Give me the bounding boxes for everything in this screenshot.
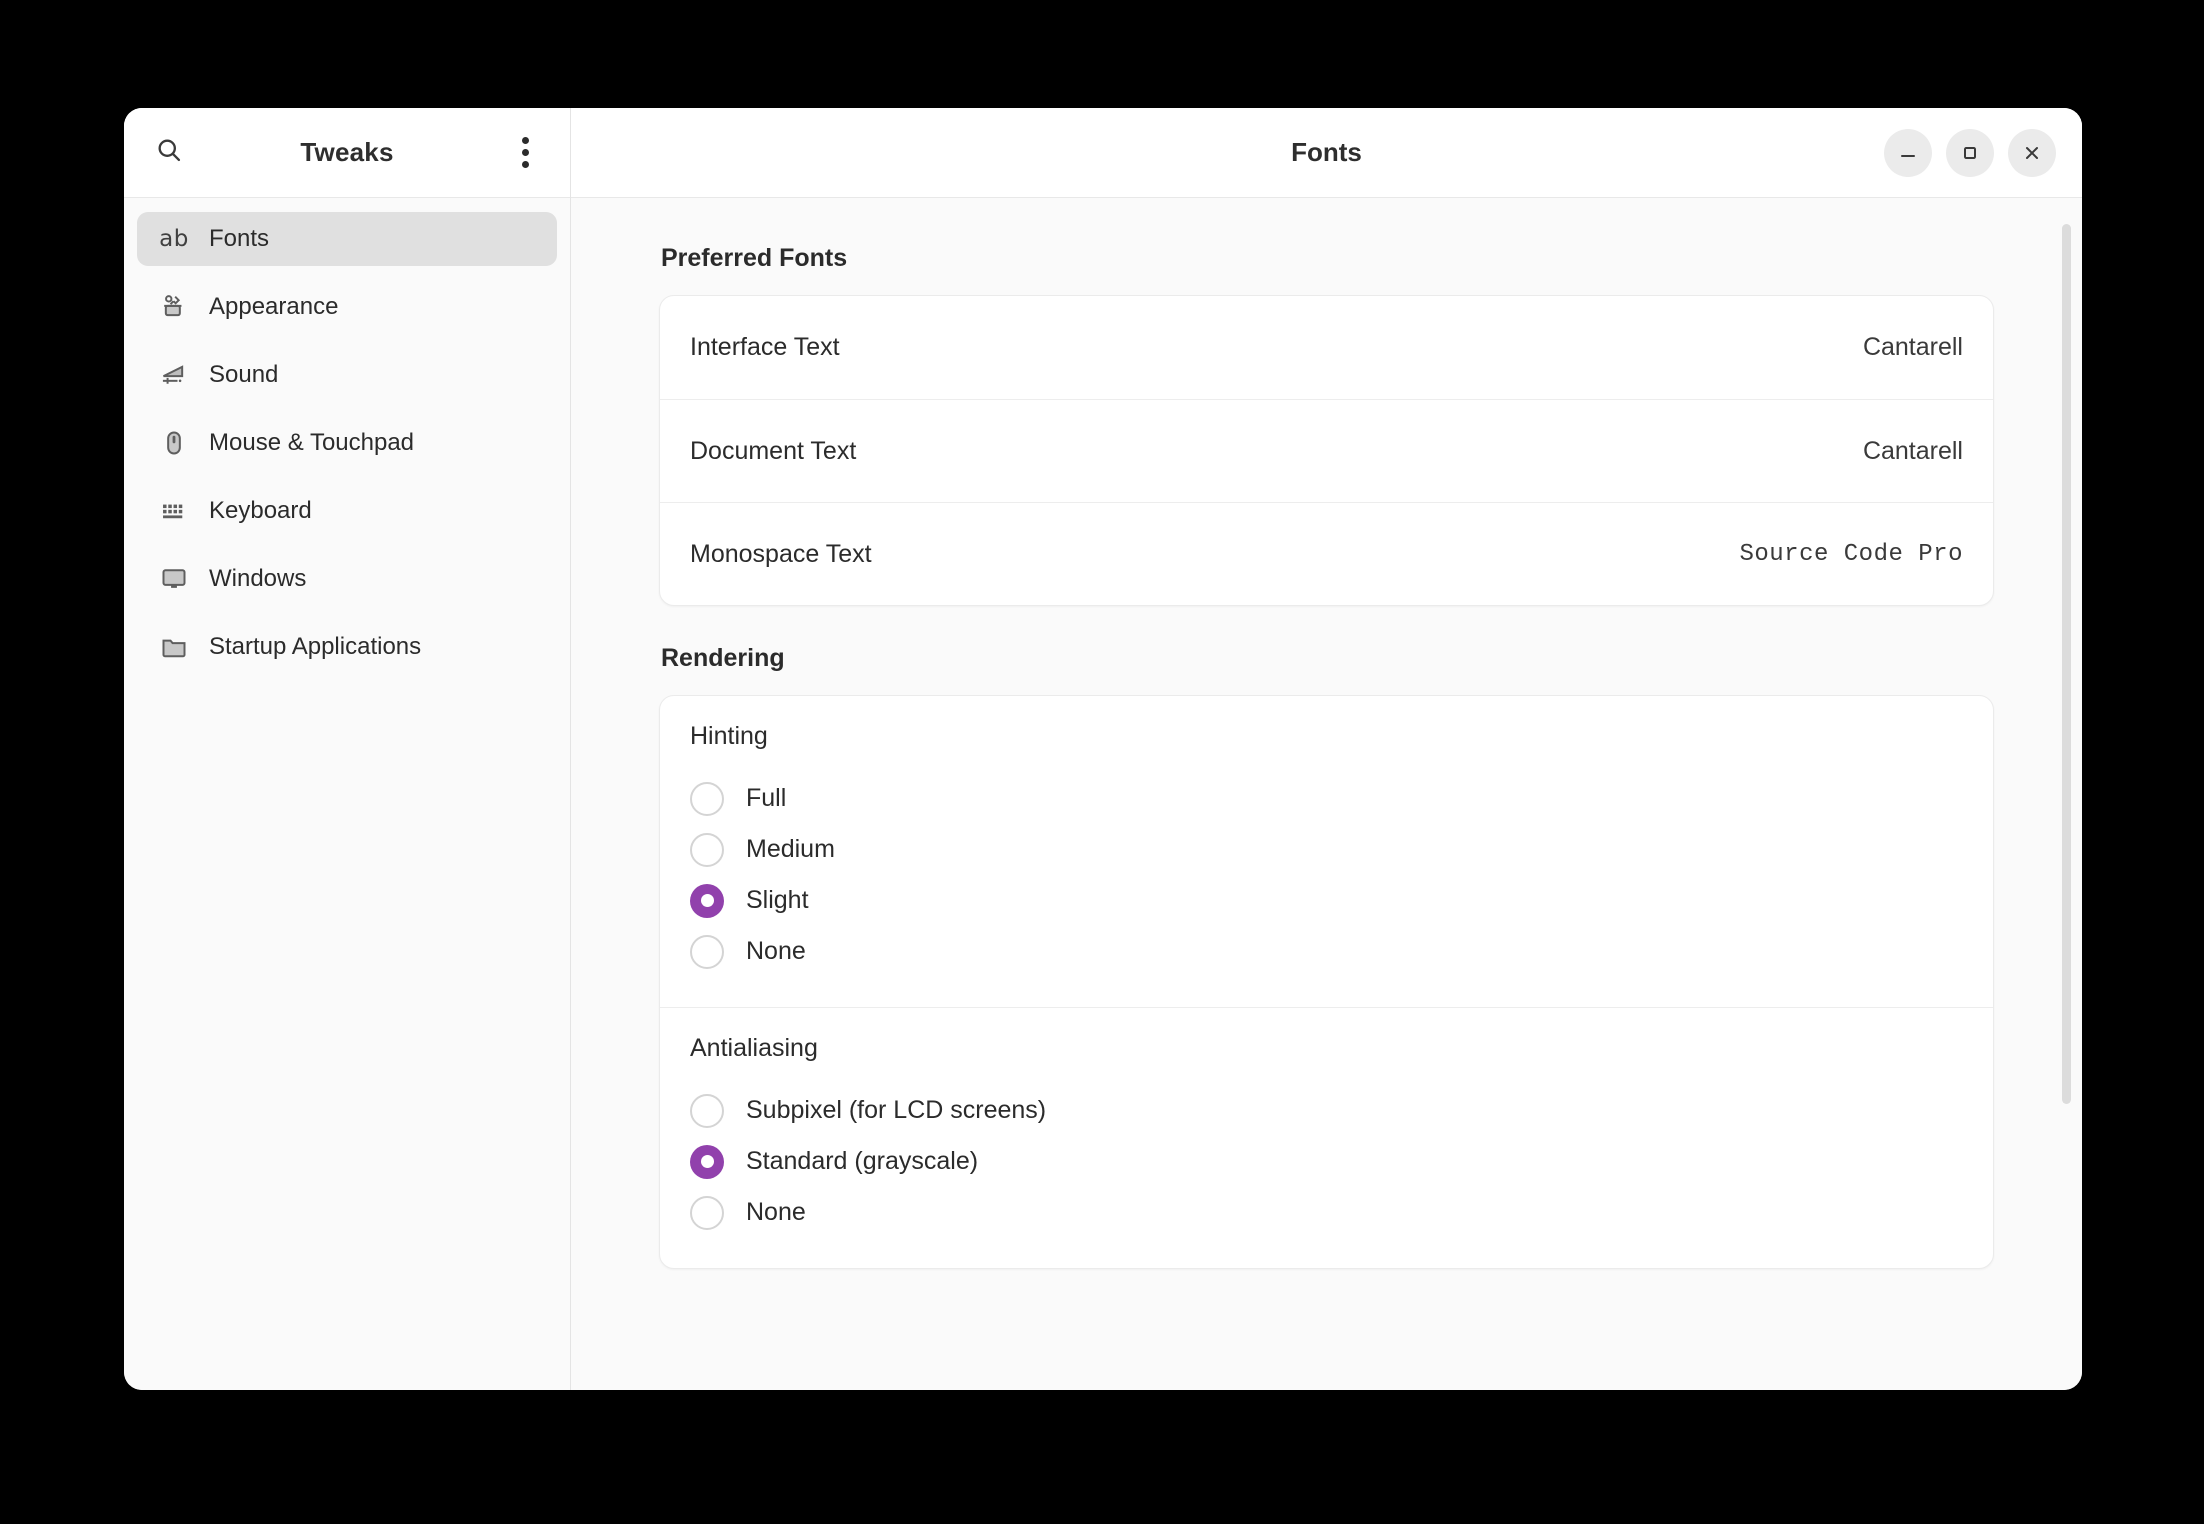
sidebar-item-windows[interactable]: Windows [137,552,557,606]
preferred-fonts-card: Interface Text Cantarell Document Text C… [659,295,1994,606]
row-label: Interface Text [690,333,840,362]
radio-icon[interactable] [690,782,724,816]
hinting-group: Hinting Full Medium Sligh [660,696,1993,1007]
option-label: None [746,1198,806,1227]
sidebar-item-keyboard[interactable]: Keyboard [137,484,557,538]
page-title: Fonts [597,137,2056,168]
content-pane: Fonts [571,108,2082,1390]
close-button[interactable] [2008,129,2056,177]
sidebar-item-label: Windows [209,565,306,593]
maximize-button[interactable] [1946,129,1994,177]
radio-icon[interactable] [690,1196,724,1230]
option-label: Standard (grayscale) [746,1147,978,1176]
antialiasing-group: Antialiasing Subpixel (for LCD screens) … [660,1007,1993,1268]
sidebar-item-label: Keyboard [209,497,312,525]
radio-icon[interactable] [690,935,724,969]
hinting-option-medium[interactable]: Medium [690,824,1963,875]
folder-icon [159,632,189,662]
monitor-icon [159,564,189,594]
monospace-text-row[interactable]: Monospace Text Source Code Pro [660,502,1993,605]
mouse-icon [159,428,189,458]
sidebar-item-label: Mouse & Touchpad [209,429,414,457]
settings-scroll-area: Preferred Fonts Interface Text Cantarell… [571,198,2082,1390]
rendering-title: Rendering [661,644,1994,673]
row-value: Cantarell [1863,437,1963,466]
radio-icon-selected[interactable] [690,884,724,918]
sidebar-item-appearance[interactable]: Appearance [137,280,557,334]
row-value: Cantarell [1863,333,1963,362]
sound-volume-icon [159,360,189,390]
window-controls [1884,129,2056,177]
row-label: Document Text [690,437,856,466]
document-text-row[interactable]: Document Text Cantarell [660,399,1993,502]
rendering-card: Hinting Full Medium Sligh [659,695,1994,1269]
hinting-option-full[interactable]: Full [690,773,1963,824]
sidebar-item-label: Sound [209,361,278,389]
preferred-fonts-title: Preferred Fonts [661,244,1994,273]
keyboard-icon [159,496,189,526]
antialiasing-option-none[interactable]: None [690,1187,1963,1238]
minimize-button[interactable] [1884,129,1932,177]
hinting-option-slight[interactable]: Slight [690,875,1963,926]
search-button[interactable] [146,130,192,176]
antialiasing-label: Antialiasing [690,1034,1963,1063]
radio-icon[interactable] [690,833,724,867]
sidebar-nav-list: ab Fonts Appearanc [124,198,570,674]
sidebar-item-label: Startup Applications [209,633,421,661]
sidebar: Tweaks ab Fonts [124,108,571,1390]
sidebar-item-label: Appearance [209,293,338,321]
option-label: Slight [746,886,809,915]
screen: Tweaks ab Fonts [0,0,2204,1524]
sidebar-item-label: Fonts [209,225,269,253]
antialiasing-option-subpixel[interactable]: Subpixel (for LCD screens) [690,1085,1963,1136]
option-label: Subpixel (for LCD screens) [746,1096,1046,1125]
vertical-scrollbar[interactable] [2062,224,2071,1104]
hinting-label: Hinting [690,722,1963,751]
ab-icon: ab [159,224,189,254]
sidebar-item-mouse-touchpad[interactable]: Mouse & Touchpad [137,416,557,470]
main-menu-button[interactable] [502,130,548,176]
option-label: Full [746,784,786,813]
sidebar-title: Tweaks [192,137,502,168]
search-icon [155,136,183,169]
content-headerbar: Fonts [571,108,2082,198]
radio-icon[interactable] [690,1094,724,1128]
sidebar-item-startup-applications[interactable]: Startup Applications [137,620,557,674]
tweaks-window: Tweaks ab Fonts [124,108,2082,1390]
option-label: None [746,937,806,966]
option-label: Medium [746,835,835,864]
menu-three-dots-icon [522,137,529,168]
appearance-tools-icon [159,292,189,322]
hinting-option-none[interactable]: None [690,926,1963,977]
row-label: Monospace Text [690,540,872,569]
sidebar-headerbar: Tweaks [124,108,570,198]
interface-text-row[interactable]: Interface Text Cantarell [660,296,1993,399]
antialiasing-option-standard[interactable]: Standard (grayscale) [690,1136,1963,1187]
radio-icon-selected[interactable] [690,1145,724,1179]
row-value: Source Code Pro [1739,541,1963,568]
sidebar-item-sound[interactable]: Sound [137,348,557,402]
sidebar-item-fonts[interactable]: ab Fonts [137,212,557,266]
